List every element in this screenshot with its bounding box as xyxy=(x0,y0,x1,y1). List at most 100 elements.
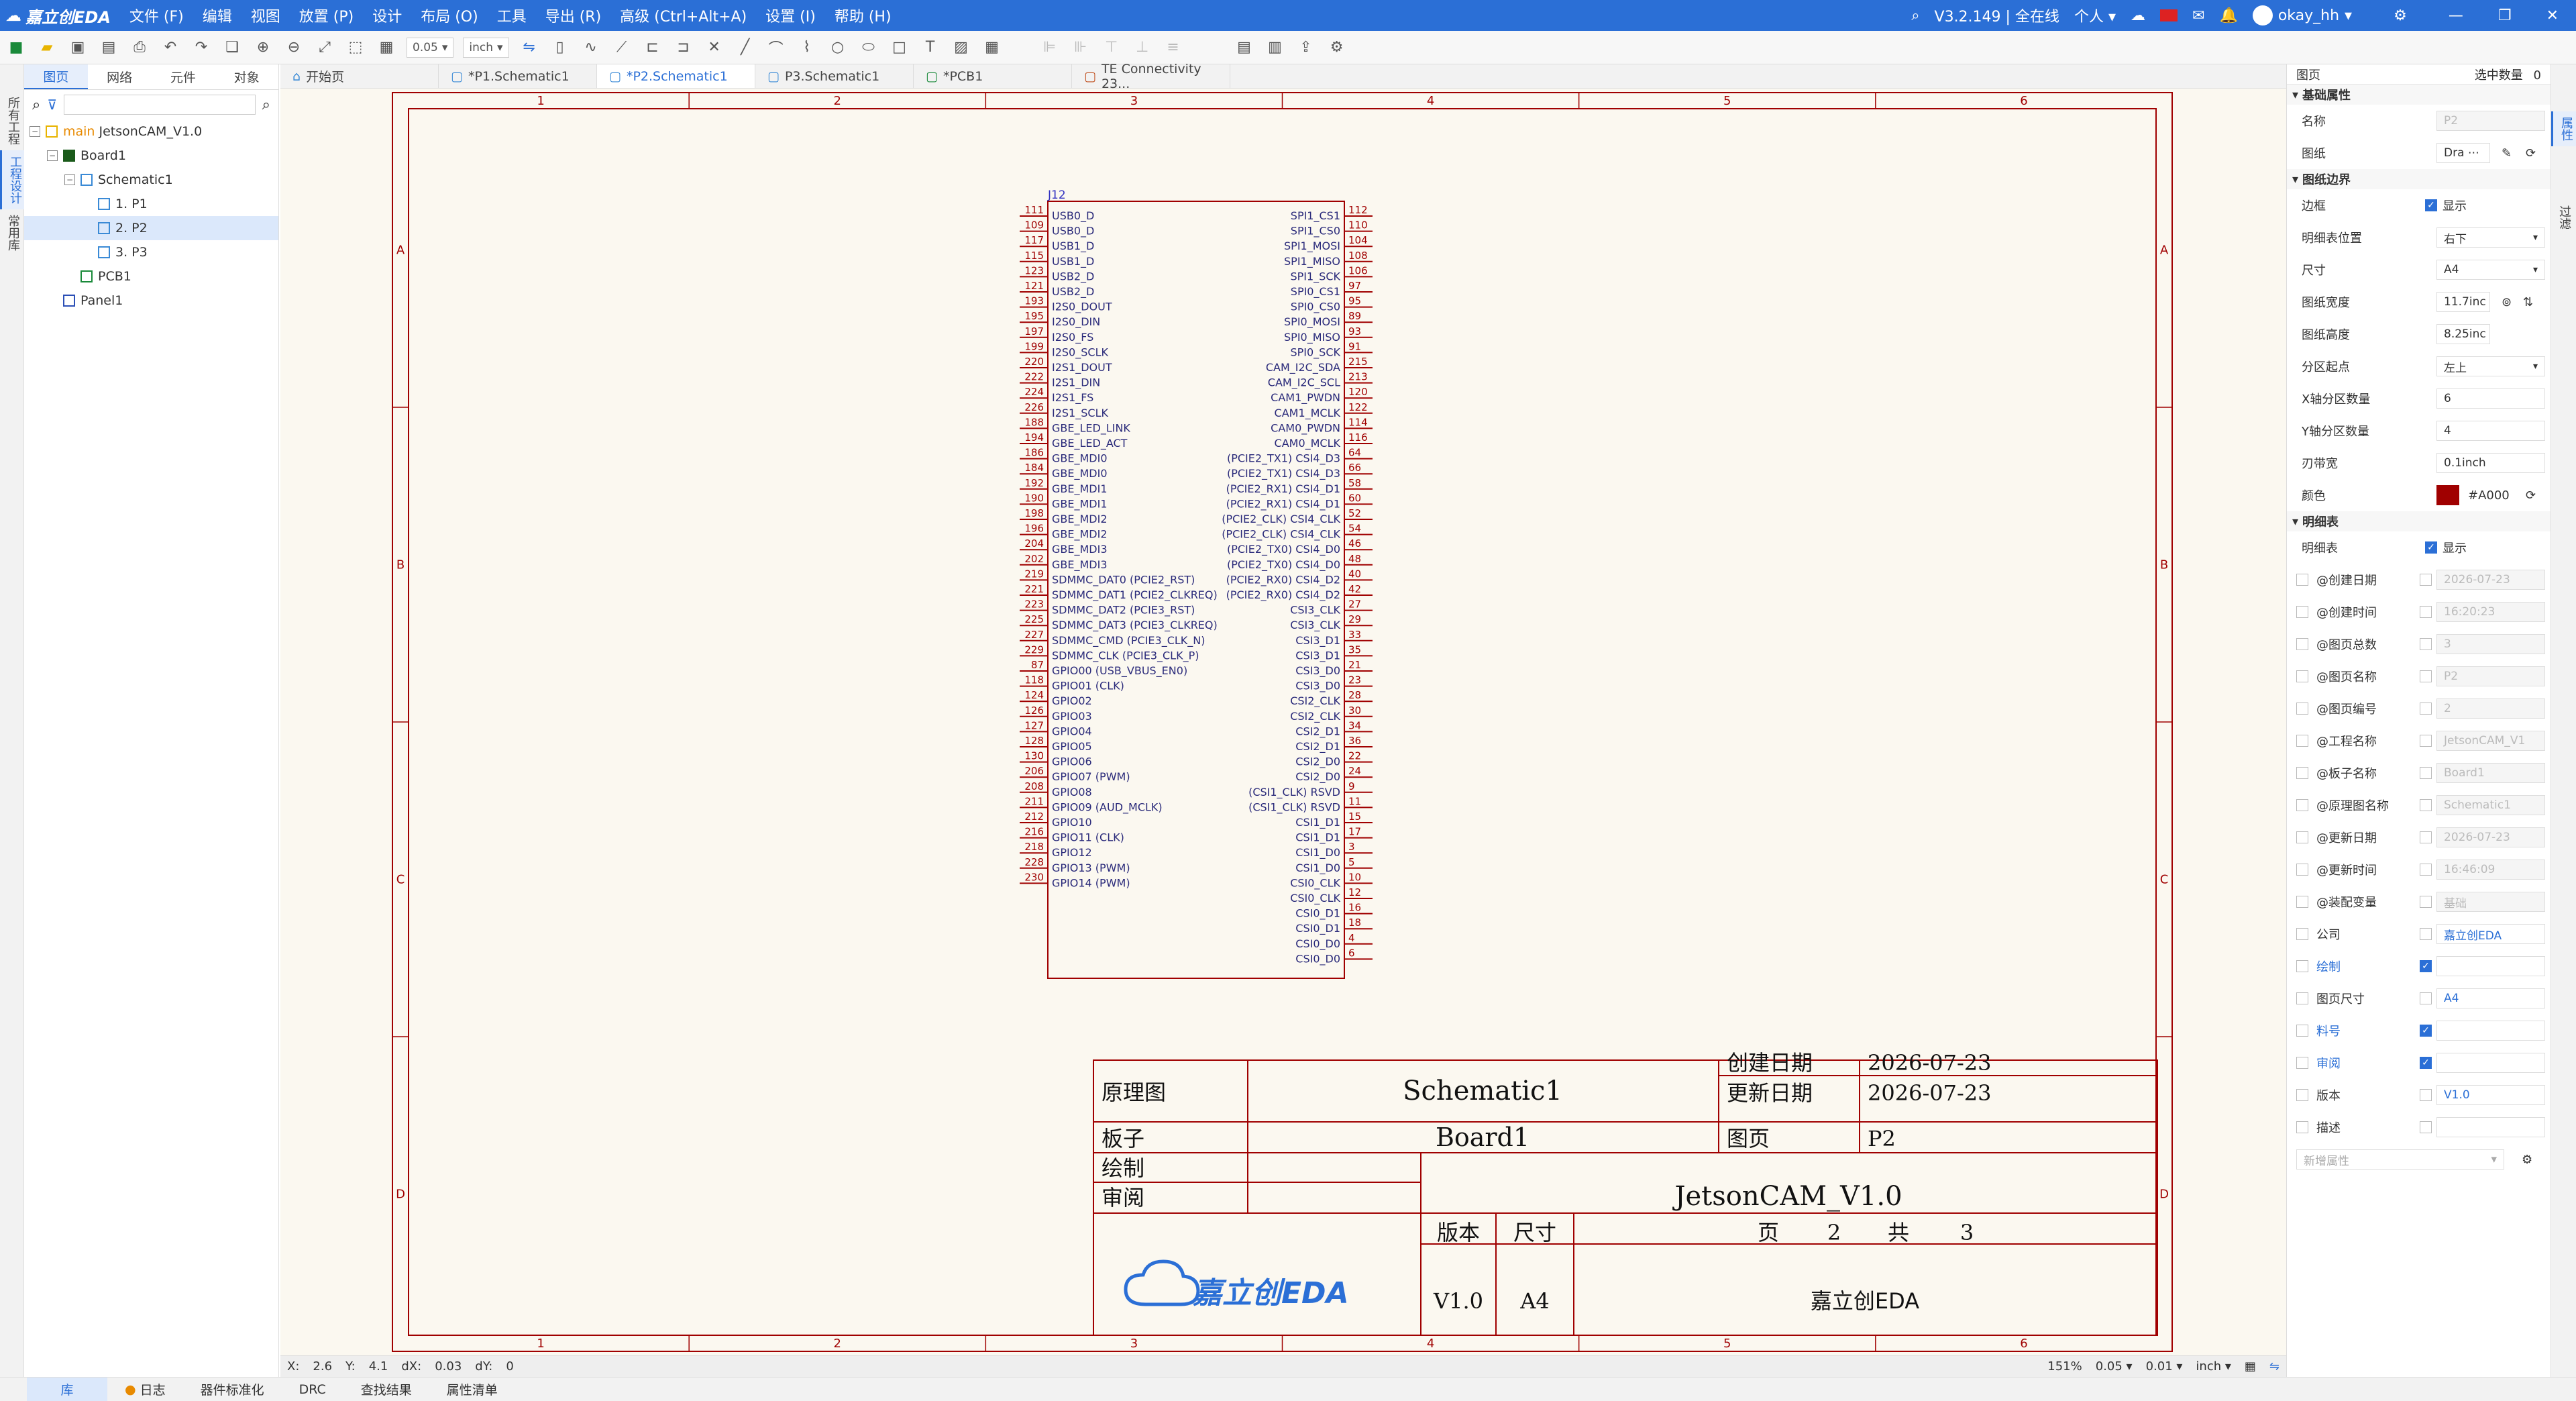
align-bottom-icon[interactable]: ⊥ xyxy=(1132,37,1153,58)
bus-icon[interactable]: ⟋ xyxy=(611,37,633,58)
attr-value[interactable]: V1.0 xyxy=(2436,1085,2545,1105)
doc-tab[interactable]: ▢ *P2.Schematic1 xyxy=(597,64,755,88)
tree-item[interactable]: 3. P3 xyxy=(24,240,278,264)
name-field[interactable]: P2 xyxy=(2436,111,2545,131)
search-go-icon[interactable]: ⌕ xyxy=(262,97,270,113)
attr-show-checkbox[interactable] xyxy=(2420,1089,2432,1101)
prop-field[interactable]: 0.1inch xyxy=(2436,453,2545,473)
prop-field[interactable]: 4 xyxy=(2436,421,2545,441)
prop-field[interactable]: 8.25inc xyxy=(2436,324,2490,344)
attr-show-checkbox[interactable]: ✓ xyxy=(2420,1057,2432,1069)
drawing-field[interactable]: Dra ⋯ xyxy=(2436,143,2490,163)
attr-visible-checkbox[interactable] xyxy=(2296,831,2308,843)
attr-visible-checkbox[interactable] xyxy=(2296,735,2308,747)
schematic-canvas[interactable]: 1 1 2 2 3 3 4 4 5 5 6 6 A A B B C C D D J12 111 USB0_D 109 USB0_… xyxy=(280,89,2286,1355)
attr-visible-checkbox[interactable] xyxy=(2296,864,2308,876)
attr-value[interactable] xyxy=(2436,1117,2545,1137)
refresh-icon[interactable]: ⟳ xyxy=(2526,146,2536,160)
attr-show-checkbox[interactable] xyxy=(2420,638,2432,650)
prop-field[interactable]: A4 ▾ xyxy=(2436,260,2545,280)
search-icon[interactable]: ⌕ xyxy=(1911,7,1919,24)
attr-show-checkbox[interactable] xyxy=(2420,735,2432,747)
attr-value[interactable] xyxy=(2436,1053,2545,1073)
attr-value[interactable] xyxy=(2436,1021,2545,1041)
app-logo[interactable]: ☁ 嘉立创EDA xyxy=(0,4,120,28)
attr-visible-checkbox[interactable] xyxy=(2296,1121,2308,1133)
attr-value[interactable]: 2026-07-23 xyxy=(2436,827,2545,847)
attr-show-checkbox[interactable] xyxy=(2420,703,2432,715)
netlist-icon[interactable]: ▥ xyxy=(1265,37,1286,58)
attr-visible-checkbox[interactable] xyxy=(2296,960,2308,972)
attr-show-checkbox[interactable] xyxy=(2420,928,2432,940)
grid-select-2[interactable]: 0.01 ▾ xyxy=(2139,1359,2190,1373)
attr-show-checkbox[interactable] xyxy=(2420,799,2432,811)
open-folder-icon[interactable]: ▰ xyxy=(36,37,58,58)
doc-tab[interactable]: ▢ TE Connectivity 23... xyxy=(1072,62,1230,91)
save-icon[interactable]: ▣ xyxy=(67,37,89,58)
grid-icon[interactable]: ▦ xyxy=(376,37,397,58)
no-connect-icon[interactable]: ✕ xyxy=(704,37,725,58)
schematic-sheet[interactable]: 112233445566A AB BC CD DJ12111 USB0_D109 USB0_… xyxy=(280,89,2286,1355)
minimize-icon[interactable]: — xyxy=(2449,7,2463,24)
section-table[interactable]: ▾ 明细表 xyxy=(2287,511,2551,531)
mode-select[interactable]: 个人 ▾ xyxy=(2074,5,2116,26)
attr-visible-checkbox[interactable] xyxy=(2296,574,2308,586)
zoom-level[interactable]: 151% xyxy=(2041,1359,2088,1373)
bottom-tab-standardize[interactable]: 器件标准化 xyxy=(183,1378,282,1401)
grid-select-1[interactable]: 0.05 ▾ xyxy=(2089,1359,2139,1373)
fit-selection-icon[interactable]: ⬚ xyxy=(345,37,366,58)
bottom-tab-find-results[interactable]: 查找结果 xyxy=(343,1378,429,1401)
lock-ratio-icon[interactable]: ⊚ xyxy=(2502,295,2512,309)
menu-item[interactable]: 工具 xyxy=(488,5,536,26)
bottom-tab-drc[interactable]: DRC xyxy=(282,1378,343,1401)
collapse-icon[interactable]: − xyxy=(47,150,58,161)
bell-icon[interactable]: 🔔 xyxy=(2219,7,2237,24)
bottom-tab-log[interactable]: ● 日志 xyxy=(107,1378,183,1401)
status-unit-select[interactable]: inch ▾ xyxy=(2189,1359,2237,1373)
bom-icon[interactable]: ▤ xyxy=(1234,37,1255,58)
add-attribute-select[interactable]: 新增属性 ▾ xyxy=(2296,1149,2504,1170)
unit-select[interactable]: inch ▾ xyxy=(463,37,509,58)
arc-icon[interactable]: ⌒ xyxy=(765,37,787,58)
menu-item[interactable]: 编辑 xyxy=(193,5,241,26)
grid-size-select[interactable]: 0.05 ▾ xyxy=(407,37,454,58)
net-label-icon[interactable]: ⊏ xyxy=(642,37,663,58)
tree-search-input[interactable] xyxy=(63,95,256,115)
bottom-tab-attributes[interactable]: 属性清单 xyxy=(429,1378,515,1401)
settings-icon[interactable]: ⚙ xyxy=(2522,1153,2532,1167)
component-icon[interactable]: ▯ xyxy=(549,37,571,58)
menu-item[interactable]: 设置 (I) xyxy=(756,5,825,26)
attr-visible-checkbox[interactable] xyxy=(2296,638,2308,650)
rail-common-library[interactable]: 常用库 xyxy=(0,209,25,256)
attr-show-checkbox[interactable] xyxy=(2420,606,2432,618)
mail-icon[interactable]: ✉ xyxy=(2192,7,2204,24)
attr-show-checkbox[interactable]: ✓ xyxy=(2420,1025,2432,1037)
border-checkbox[interactable]: ✓ xyxy=(2425,199,2437,211)
attr-value[interactable]: JetsonCAM_V1 xyxy=(2436,731,2545,751)
tree-item[interactable]: 1. P1 xyxy=(24,192,278,216)
bottom-tab-library[interactable]: 库 xyxy=(27,1377,107,1401)
gear-icon[interactable]: ⚙ xyxy=(2394,7,2407,24)
rail-project-design[interactable]: 工程设计 xyxy=(0,150,28,209)
attr-value[interactable]: Board1 xyxy=(2436,763,2545,783)
attr-show-checkbox[interactable] xyxy=(2420,896,2432,908)
attr-value[interactable]: 2 xyxy=(2436,698,2545,719)
redo-icon[interactable]: ↷ xyxy=(191,37,212,58)
print-icon[interactable]: ⎙ xyxy=(129,37,150,58)
tab-pages[interactable]: 图页 xyxy=(24,64,88,89)
attr-show-checkbox[interactable] xyxy=(2420,670,2432,682)
menu-item[interactable]: 布局 (O) xyxy=(411,5,487,26)
rail-all-projects[interactable]: 所有工程 xyxy=(0,91,25,150)
title-block[interactable]: 原理图 Schematic1 创建日期 2026-07-23 更新日期 2026-07-2… xyxy=(1093,1050,2158,1336)
doc-tab[interactable]: ▢ *P1.Schematic1 xyxy=(439,64,597,88)
fit-icon[interactable]: ⤢ xyxy=(314,37,335,58)
doc-tab[interactable]: ⌂ 开始页 xyxy=(280,64,439,88)
close-icon[interactable]: ✕ xyxy=(2546,7,2559,24)
menu-item[interactable]: 帮助 (H) xyxy=(825,5,901,26)
attr-value[interactable]: 16:46:09 xyxy=(2436,860,2545,880)
attr-visible-checkbox[interactable] xyxy=(2296,896,2308,908)
rectangle-icon[interactable]: □ xyxy=(889,37,910,58)
grid-toggle-icon[interactable]: ▦ xyxy=(2238,1359,2263,1373)
reset-color-icon[interactable]: ⟳ xyxy=(2526,488,2536,503)
table-checkbox[interactable]: ✓ xyxy=(2425,541,2437,554)
